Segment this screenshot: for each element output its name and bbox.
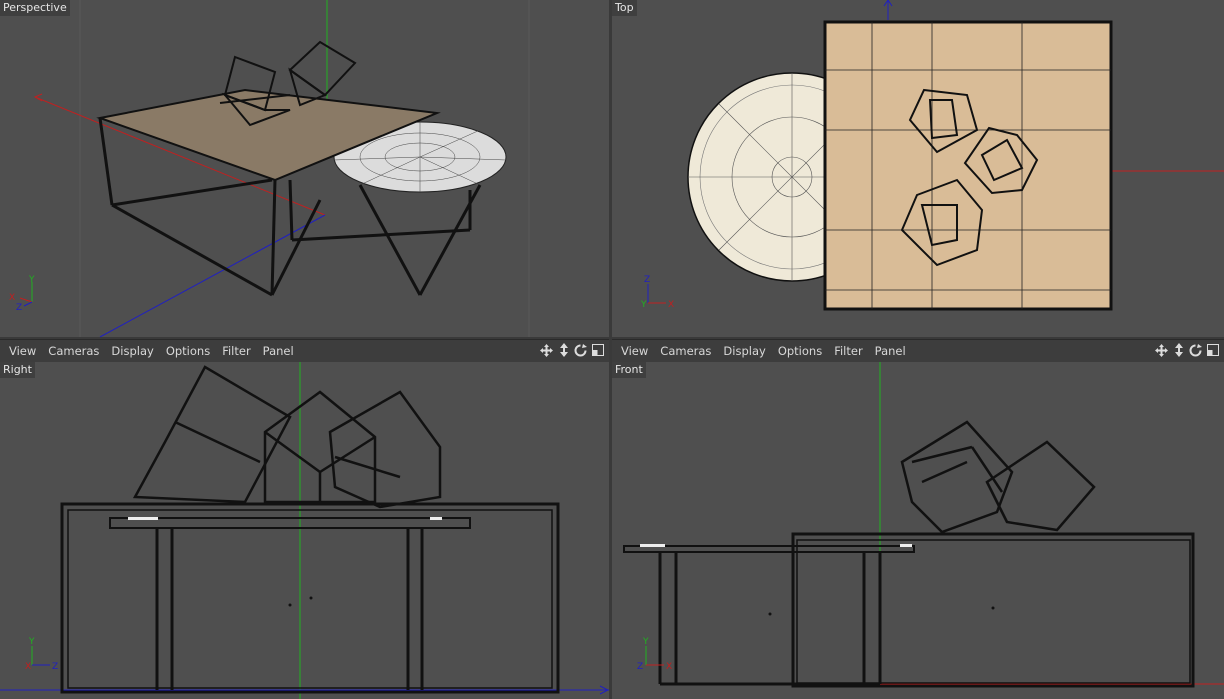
axis-x-label: X (25, 662, 31, 672)
perspective-scene (33, 0, 530, 337)
menu-cameras[interactable]: Cameras (654, 344, 717, 358)
rotate-view-icon[interactable] (1188, 342, 1203, 358)
axis-gizmo: Y X Z (24, 634, 64, 674)
right-viewport-toolbar: View Cameras Display Options Filter Pane… (0, 339, 609, 363)
zoom-view-icon[interactable] (1171, 342, 1186, 358)
viewport-label: Top (612, 0, 637, 16)
menu-cameras[interactable]: Cameras (42, 344, 105, 358)
menu-filter[interactable]: Filter (216, 344, 256, 358)
zoom-view-icon[interactable] (556, 342, 571, 358)
axis-y-label: Y (28, 637, 35, 647)
front-viewport[interactable]: Front Y Z X (612, 362, 1224, 699)
axis-gizmo: Z Y X (638, 272, 678, 312)
move-view-icon[interactable] (1154, 342, 1169, 358)
front-viewport-toolbar: View Cameras Display Options Filter Pane… (612, 339, 1224, 363)
menu-view[interactable]: View (3, 344, 42, 358)
axis-z-label: Z (52, 662, 58, 672)
axis-z-label: Z (644, 275, 650, 285)
axis-z-label: Z (637, 662, 643, 672)
viewport-menu: View Cameras Display Options Filter Pane… (612, 344, 912, 358)
menu-panel[interactable]: Panel (869, 344, 912, 358)
axis-x-label: X (666, 662, 672, 672)
axis-gizmo: Y Z X (636, 634, 676, 674)
menu-options[interactable]: Options (160, 344, 216, 358)
axis-x-label: X (668, 300, 674, 310)
menu-panel[interactable]: Panel (257, 344, 300, 358)
axis-gizmo: Y X Z (6, 272, 46, 313)
view-navigation-icons (539, 342, 605, 358)
viewport-label: Perspective (0, 0, 70, 16)
viewport-label: Front (612, 362, 646, 378)
menu-filter[interactable]: Filter (828, 344, 868, 358)
right-scene (0, 362, 609, 699)
menu-display[interactable]: Display (717, 344, 771, 358)
top-viewport[interactable]: Top Z Y X (612, 0, 1224, 337)
top-scene (687, 0, 1224, 311)
perspective-viewport[interactable]: Perspective Y X Z (0, 0, 609, 337)
toggle-panel-icon[interactable] (590, 342, 605, 358)
right-viewport[interactable]: Right Y X Z (0, 362, 609, 699)
move-view-icon[interactable] (539, 342, 554, 358)
front-scene (623, 362, 1224, 688)
toggle-panel-icon[interactable] (1205, 342, 1220, 358)
menu-view[interactable]: View (615, 344, 654, 358)
menu-display[interactable]: Display (105, 344, 159, 358)
axis-z-label: Z (16, 303, 22, 312)
axis-x-label: X (9, 293, 15, 303)
viewport-menu: View Cameras Display Options Filter Pane… (0, 344, 300, 358)
menu-options[interactable]: Options (772, 344, 828, 358)
axis-y-label: Y (640, 300, 647, 310)
viewport-label: Right (0, 362, 35, 378)
axis-y-label: Y (28, 275, 35, 285)
rotate-view-icon[interactable] (573, 342, 588, 358)
view-navigation-icons (1154, 342, 1220, 358)
axis-y-label: Y (642, 637, 649, 647)
